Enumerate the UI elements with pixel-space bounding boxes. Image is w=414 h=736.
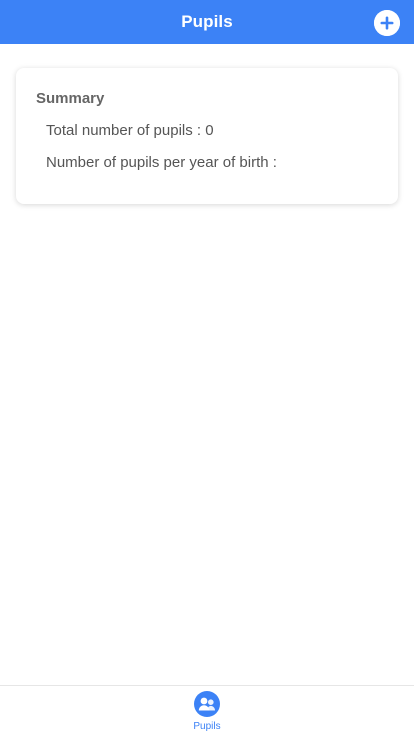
tab-pupils-label: Pupils (193, 721, 221, 732)
pupils-per-year-text: Number of pupils per year of birth : (46, 154, 277, 171)
bottom-tab-bar: Pupils (0, 685, 414, 736)
total-pupils-text: Total number of pupils : 0 (46, 122, 214, 139)
summary-card: Summary Total number of pupils : 0 Numbe… (16, 68, 398, 204)
plus-circle-icon (374, 10, 400, 36)
users-icon (194, 691, 220, 717)
app-screen: Pupils Summary Total number of pupils : … (0, 0, 414, 736)
tab-pupils[interactable]: Pupils (193, 689, 221, 733)
top-header: Pupils (0, 0, 414, 44)
summary-title: Summary (36, 90, 105, 107)
add-pupil-button[interactable] (374, 10, 400, 36)
users-icon-svg (195, 692, 219, 716)
page-title: Pupils (181, 12, 233, 31)
